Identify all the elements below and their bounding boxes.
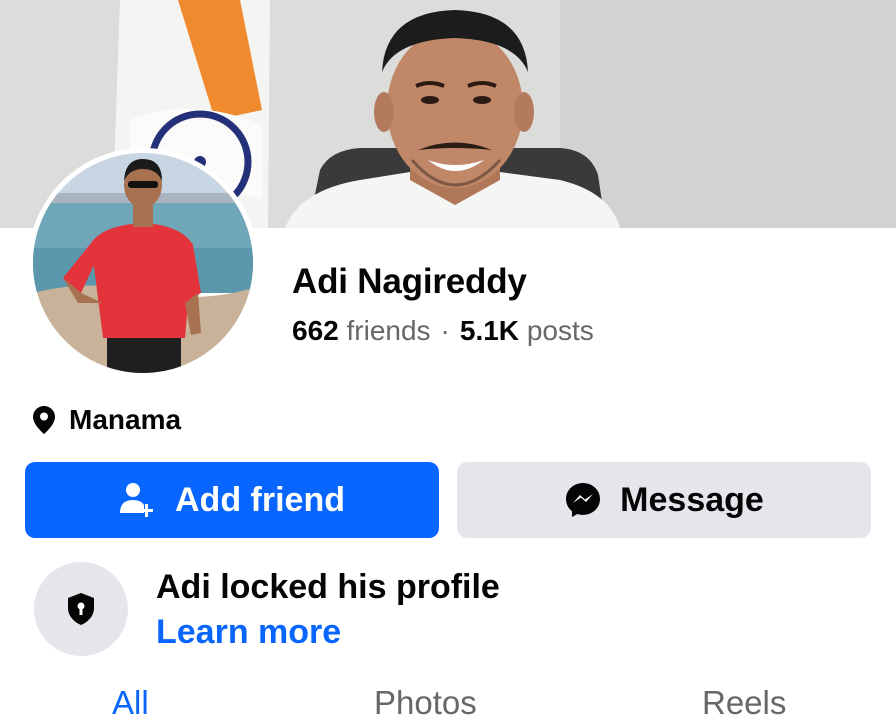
messenger-icon	[566, 483, 601, 517]
tab-reels[interactable]: Reels	[702, 684, 786, 722]
locked-profile-title: Adi locked his profile	[156, 568, 500, 606]
tab-photos[interactable]: Photos	[374, 684, 477, 722]
add-friend-label: Add friend	[175, 480, 345, 519]
posts-count: 5.1K	[459, 315, 520, 346]
stats-separator: ·	[440, 315, 450, 346]
friends-label[interactable]: friends	[347, 315, 431, 346]
add-friend-button[interactable]: Add friend	[25, 462, 439, 538]
location-text: Manama	[69, 404, 182, 435]
location-row: Manama	[33, 404, 181, 436]
locked-badge	[34, 562, 128, 656]
profile-avatar[interactable]	[28, 148, 258, 378]
learn-more-link[interactable]: Learn more	[156, 613, 341, 652]
shield-lock-icon	[68, 593, 94, 625]
location-pin-icon	[33, 406, 55, 434]
posts-label: posts	[526, 315, 594, 346]
profile-name: Adi Nagireddy	[292, 262, 527, 301]
message-label: Message	[620, 480, 764, 519]
profile-stats: 662 friends · 5.1K posts	[292, 315, 594, 347]
add-person-icon	[120, 483, 153, 517]
friends-count[interactable]: 662	[292, 315, 339, 346]
tab-all[interactable]: All	[112, 684, 149, 722]
message-button[interactable]: Message	[457, 462, 871, 538]
